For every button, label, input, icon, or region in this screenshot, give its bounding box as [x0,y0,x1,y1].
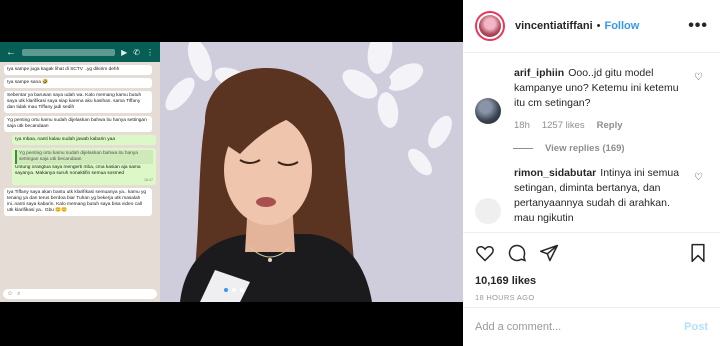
chat-body: Iya sampe juga kagak lihat di SCTV ..yg … [0,62,160,222]
whatsapp-header: ← ▶ ✆ ⋮ [0,42,160,62]
chat-message: Iya Tiffany saya akan bantu utk klarifik… [4,188,152,216]
chat-message: Yg penting ortu kamu sudah dijelaskan ba… [12,148,156,185]
author-avatar[interactable] [475,11,505,41]
comment-like-heart-icon[interactable]: ♡ [694,72,706,131]
action-icons-row [475,241,708,265]
post-actions: 10,169 likes 18 HOURS AGO [463,232,720,302]
commenter-avatar[interactable] [475,98,501,124]
comment-age[interactable]: 18h [514,120,530,131]
post-header: vincentiatiffani • Follow ••• [463,0,720,53]
comment-item: rimon_sidabutar Intinya ini semua setinga… [463,154,720,226]
comment-likes[interactable]: 1257 likes [542,120,585,131]
add-comment-bar: Post [463,307,720,346]
emoji-icon: ☺ [7,291,14,297]
share-plane-icon[interactable] [539,243,559,263]
comment-like-heart-icon[interactable]: ♡ [694,172,706,226]
view-replies-label: View replies (169) [545,143,625,154]
commenter-username[interactable]: rimon_sidabutar [514,167,596,179]
author-username[interactable]: vincentiatiffani [515,20,593,32]
comment-body: rimon_sidabutar Intinya ini semua setinga… [514,166,694,226]
like-heart-icon[interactable] [475,243,495,263]
phone-icon: ✆ [133,47,140,57]
separator-dot: • [596,20,601,32]
comment-input[interactable] [475,321,685,333]
commenter-avatar[interactable] [475,198,501,224]
likes-count[interactable]: 10,169 likes [475,275,708,287]
whatsapp-screenshot: ← ▶ ✆ ⋮ Iya sampe juga kagak lihat di SC… [0,42,160,302]
post-timestamp[interactable]: 18 HOURS AGO [475,293,708,302]
chat-message: Iya sampe juga kagak lihat di SCTV ..yg … [4,65,152,75]
chat-message: Sebentar ya barusan saya udah wa. Kalo m… [4,91,152,113]
post-sidebar: vincentiatiffani • Follow ••• arif_iphii… [463,0,720,346]
redacted-contact-name [22,48,116,56]
chat-input-bar: ☺ ⌕ [3,289,157,299]
message-time: 16:47 [144,178,153,182]
menu-icon: ⋮ [146,47,154,57]
chat-message: Iya sampe sana 🤣 [4,78,152,88]
post-comment-button[interactable]: Post [684,321,708,333]
chat-message: Yg penting ortu kamu sudah dijelaskan ba… [4,116,152,132]
instagram-post-modal: ← ▶ ✆ ⋮ Iya sampe juga kagak lihat di SC… [0,0,720,346]
comment-text-block: rimon_sidabutar Intinya ini semua setinga… [514,166,684,226]
attach-icon: ⌕ [17,290,21,297]
comments-list[interactable]: arif_iphiin Ooo..jd gitu model kampanye u… [463,54,720,232]
comment-text-block: arif_iphiin Ooo..jd gitu model kampanye u… [514,66,684,111]
comment-item: arif_iphiin Ooo..jd gitu model kampanye u… [463,54,720,131]
video-call-icon: ▶ [121,47,128,57]
post-media: ← ▶ ✆ ⋮ Iya sampe juga kagak lihat di SC… [0,0,463,346]
whatsapp-header-icons: ▶ ✆ ⋮ [121,48,154,57]
more-options-icon[interactable]: ••• [688,17,708,35]
commenter-username[interactable]: arif_iphiin [514,67,564,79]
replies-line-divider [513,148,533,149]
comment-meta: 18h 1257 likes Reply [514,120,684,131]
follow-button[interactable]: Follow [604,20,639,32]
post-photo[interactable]: ← ▶ ✆ ⋮ Iya sampe juga kagak lihat di SC… [0,42,463,302]
comment-body: arif_iphiin Ooo..jd gitu model kampanye u… [514,66,694,131]
back-arrow-icon: ← [6,46,16,58]
comment-bubble-icon[interactable] [507,243,527,263]
reply-button[interactable]: Reply [597,120,623,131]
quoted-message: Yg penting ortu kamu sudah dijelaskan ba… [15,150,153,164]
bookmark-icon[interactable] [688,243,708,263]
chat-message: Iya mbaa, nanti kalau sudah jawab kabari… [12,135,156,145]
view-replies-button[interactable]: View replies (169) [463,131,720,154]
